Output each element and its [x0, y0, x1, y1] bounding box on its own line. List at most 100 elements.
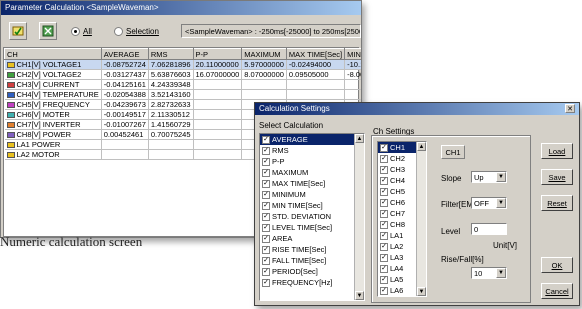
checkbox-icon[interactable]: ✓	[380, 209, 388, 218]
calc-list-item[interactable]: ✓ PERIOD[Sec]	[260, 266, 364, 277]
radio-selection[interactable]: Selection	[114, 27, 159, 36]
calc-list-item[interactable]: ✓ AREA	[260, 233, 364, 244]
calc-list-item[interactable]: ✓ RISE TIME[Sec]	[260, 244, 364, 255]
cancel-button[interactable]: Cancel	[541, 283, 573, 299]
settings-button[interactable]	[9, 22, 27, 40]
checkbox-icon[interactable]: ✓	[380, 154, 388, 163]
checkbox-icon[interactable]: ✓	[262, 179, 270, 188]
chevron-down-icon[interactable]: ▼	[496, 172, 506, 182]
level-input[interactable]: 0	[471, 223, 507, 235]
channel-name: CH8[V] POWER	[16, 130, 72, 139]
scroll-up-icon[interactable]: ▲	[417, 142, 426, 151]
chevron-down-icon[interactable]: ▼	[496, 198, 506, 208]
calc-item-label: AVERAGE	[272, 135, 308, 144]
checkbox-icon[interactable]: ✓	[380, 253, 388, 262]
scroll-up-icon[interactable]: ▲	[355, 134, 364, 143]
calc-list-item[interactable]: ✓ MAX TIME[Sec]	[260, 178, 364, 189]
checkbox-icon[interactable]: ✓	[262, 245, 270, 254]
checkbox-icon[interactable]: ✓	[262, 157, 270, 166]
table-row[interactable]: CH4[V] TEMPERATURE -0.02054388 3.52143160	[4, 89, 361, 100]
checkbox-icon[interactable]: ✓	[380, 242, 388, 251]
table-row[interactable]: CH1[V] VOLTAGE1 -0.08752724 7.06281896 20.1…	[4, 59, 361, 70]
ok-button[interactable]: OK	[541, 257, 573, 273]
chevron-down-icon[interactable]: ▼	[496, 268, 506, 278]
table-row[interactable]: CH2[V] VOLTAGE2 -0.03127437 5.63876603 16.0…	[4, 69, 361, 80]
radio-all[interactable]: All	[71, 27, 92, 36]
checkbox-icon[interactable]: ✓	[262, 168, 270, 177]
table-row[interactable]: CH3[V] CURRENT -0.04125161 4.24339348	[4, 79, 361, 90]
checkbox-icon[interactable]: ✓	[380, 220, 388, 229]
ch-select-button[interactable]: CH1	[441, 145, 465, 159]
checkbox-icon[interactable]: ✓	[380, 187, 388, 196]
column-header[interactable]: MINIMUM	[344, 48, 361, 60]
checkbox-icon[interactable]: ✓	[380, 286, 388, 295]
calc-list-item[interactable]: ✓ FREQUENCY[Hz]	[260, 277, 364, 288]
column-header[interactable]: MAX TIME[Sec]	[285, 48, 346, 60]
calc-list-item[interactable]: ✓ P-P	[260, 156, 364, 167]
checkbox-icon[interactable]: ✓	[262, 146, 270, 155]
channel-item-label: CH3	[390, 165, 406, 174]
checkbox-icon[interactable]: ✓	[262, 256, 270, 265]
value-cell-maximum: 8.07000000	[241, 69, 287, 80]
calc-item-label: MAXIMUM	[272, 168, 309, 177]
checkbox-icon[interactable]: ✓	[380, 264, 388, 273]
radio-selection-label: Selection	[126, 27, 159, 36]
channel-name: CH7[V] INVERTER	[16, 120, 81, 129]
column-header[interactable]: MAXIMUM	[241, 48, 287, 60]
slope-select[interactable]: Up ▼	[471, 171, 507, 183]
checkbox-icon[interactable]: ✓	[262, 267, 270, 276]
checkbox-icon[interactable]: ✓	[262, 278, 270, 287]
checkbox-icon[interactable]: ✓	[262, 190, 270, 199]
checkbox-icon[interactable]: ✓	[262, 223, 270, 232]
checkbox-icon[interactable]: ✓	[380, 198, 388, 207]
value-cell-rms: 2.11330512	[148, 109, 194, 120]
calc-list-item[interactable]: ✓ MINIMUM	[260, 189, 364, 200]
export-button[interactable]	[39, 22, 57, 40]
value-cell-average: -0.04239673	[101, 99, 149, 110]
save-button[interactable]: Save	[541, 169, 573, 185]
filter-select[interactable]: OFF ▼	[471, 197, 507, 209]
calc-item-label: FALL TIME[Sec]	[272, 256, 327, 265]
calc-list-item[interactable]: ✓ STD. DEVIATION	[260, 211, 364, 222]
calc-list-item[interactable]: ✓ MIN TIME[Sec]	[260, 200, 364, 211]
calc-list-item[interactable]: ✓ RMS	[260, 145, 364, 156]
column-header[interactable]: P-P	[192, 48, 243, 60]
checkbox-icon[interactable]: ✓	[262, 135, 270, 144]
channel-item-label: LA4	[390, 264, 404, 273]
calc-list-item[interactable]: ✓ FALL TIME[Sec]	[260, 255, 364, 266]
checkbox-icon[interactable]: ✓	[380, 143, 388, 152]
checkbox-icon[interactable]: ✓	[380, 275, 388, 284]
column-header[interactable]: CH	[4, 48, 102, 60]
calc-list-scrollbar[interactable]: ▲ ▼	[354, 134, 364, 300]
settings-icon	[12, 26, 24, 36]
channel-color-icon	[6, 62, 15, 68]
scroll-down-icon[interactable]: ▼	[417, 287, 426, 296]
channel-list[interactable]: ✓ CH1 ✓ CH2 ✓ CH3 ✓ CH4 ✓ CH5 ✓ CH6 ✓ CH7 ✓ CH8 ✓ LA1 ✓ LA2…	[377, 141, 427, 297]
value-cell-max-time	[286, 79, 346, 90]
dialog-title-bar: Calculation Settings ✕	[255, 103, 579, 115]
calc-list-item[interactable]: ✓ MAXIMUM	[260, 167, 364, 178]
ch-list-scrollbar[interactable]: ▲ ▼	[416, 142, 426, 296]
scroll-down-icon[interactable]: ▼	[355, 291, 364, 300]
calc-list-item[interactable]: ✓ AVERAGE	[260, 134, 364, 145]
checkbox-icon[interactable]: ✓	[262, 201, 270, 210]
calculation-list[interactable]: ✓ AVERAGE ✓ RMS ✓ P-P ✓ MAXIMUM ✓ MAX TIME[Sec] ✓ M…	[259, 133, 365, 301]
value-cell-pp: 20.11000000	[193, 59, 243, 70]
checkbox-icon[interactable]: ✓	[380, 176, 388, 185]
column-header[interactable]: AVERAGE	[100, 48, 149, 60]
value-cell-pp: 16.07000000	[193, 69, 243, 80]
load-button[interactable]: Load	[541, 143, 573, 159]
value-cell-pp	[193, 139, 243, 150]
calc-list-item[interactable]: ✓ LEVEL TIME[Sec]	[260, 222, 364, 233]
checkbox-icon[interactable]: ✓	[262, 212, 270, 221]
checkbox-icon[interactable]: ✓	[380, 231, 388, 240]
reset-button-label: Reset	[547, 198, 567, 208]
checkbox-icon[interactable]: ✓	[262, 234, 270, 243]
rise-fall-select[interactable]: 10 ▼	[471, 267, 507, 279]
close-icon[interactable]: ✕	[565, 104, 575, 113]
checkbox-icon[interactable]: ✓	[380, 165, 388, 174]
column-header[interactable]: RMS	[147, 48, 194, 60]
value-cell-minimum	[344, 89, 361, 100]
reset-button[interactable]: Reset	[541, 195, 573, 211]
value-cell-average: 0.00452461	[101, 129, 149, 140]
